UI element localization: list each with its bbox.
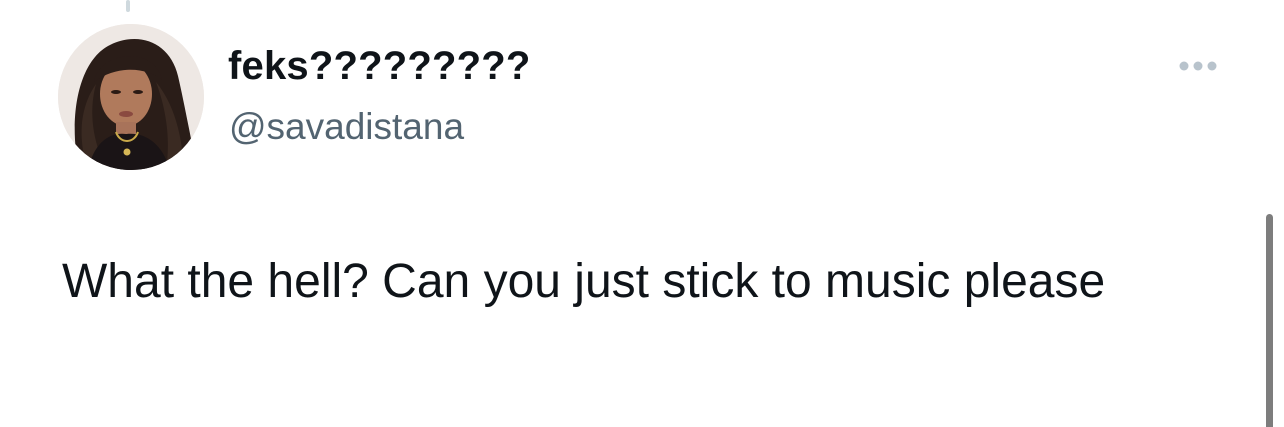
author-handle[interactable]: @savadistana	[229, 106, 464, 148]
scrollbar-thumb[interactable]	[1266, 214, 1273, 427]
tweet: feks????????? @savadistana What the hell…	[0, 0, 1284, 427]
tweet-text: What the hell? Can you just stick to mus…	[62, 255, 1106, 308]
avatar-photo	[58, 24, 204, 170]
author-display-name[interactable]: feks?????????	[228, 44, 531, 89]
thread-connector-line	[126, 0, 130, 12]
avatar[interactable]	[58, 24, 204, 170]
more-options-button[interactable]	[1170, 46, 1226, 86]
more-horizontal-icon	[1179, 61, 1217, 71]
